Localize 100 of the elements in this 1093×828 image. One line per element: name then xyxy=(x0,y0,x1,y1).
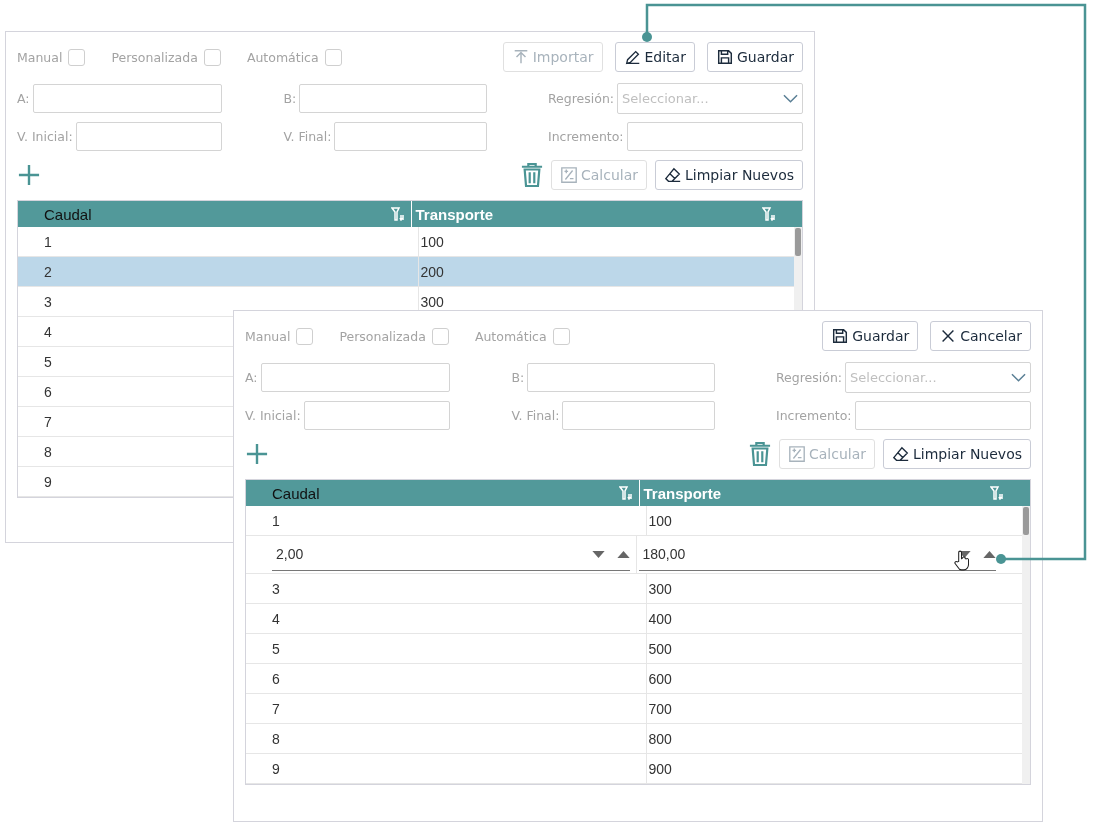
table-cell: 300 xyxy=(420,293,444,310)
input-field[interactable] xyxy=(527,363,715,392)
table-cell: 700 xyxy=(648,700,672,717)
table-cell: 600 xyxy=(648,670,672,687)
table-cell: 200 xyxy=(420,263,444,280)
checkbox-label: Automática xyxy=(474,328,547,344)
table-row[interactable]: 3 300 xyxy=(246,574,1022,604)
add-icon[interactable] xyxy=(18,164,40,186)
field-label: Regresión: xyxy=(548,91,615,106)
table-cell: 500 xyxy=(648,640,672,657)
table-row[interactable]: 9 900 xyxy=(246,754,1022,784)
input-field[interactable] xyxy=(260,363,450,392)
field-label: Incremento: xyxy=(548,129,624,144)
checkbox[interactable] xyxy=(552,327,570,345)
trash-icon[interactable] xyxy=(748,442,771,466)
number-input[interactable]: 2,00 xyxy=(272,538,630,571)
save-button[interactable]: Guardar xyxy=(822,321,919,351)
filter-sort-icon[interactable] xyxy=(618,486,633,500)
checkbox[interactable] xyxy=(324,48,342,66)
input-field[interactable] xyxy=(75,122,222,151)
input-field[interactable] xyxy=(32,84,222,113)
table-row[interactable]: 2,00 180,00 xyxy=(246,536,1022,574)
checkbox[interactable] xyxy=(296,327,314,345)
cancel-button[interactable]: Cancelar xyxy=(930,321,1031,351)
table-row[interactable]: 5 500 xyxy=(246,634,1022,664)
table-cell: 400 xyxy=(648,610,672,627)
table-cell: 5 xyxy=(272,640,280,657)
add-icon[interactable] xyxy=(246,443,268,465)
table-cell: 7 xyxy=(44,413,52,430)
input-field[interactable] xyxy=(299,84,487,113)
table-cell: 3 xyxy=(44,293,52,310)
input-field[interactable] xyxy=(303,401,450,430)
table-cell: 4 xyxy=(272,610,280,627)
chevron-down-icon xyxy=(783,93,798,104)
column-header[interactable]: Caudal xyxy=(246,480,640,506)
table-cell: 6 xyxy=(44,383,52,400)
field-label: Incremento: xyxy=(776,408,852,423)
table-cell: 800 xyxy=(648,730,672,747)
table-cell: 4 xyxy=(44,323,52,340)
input-field[interactable] xyxy=(854,401,1031,430)
table-cell: 3 xyxy=(272,580,280,597)
calculator-icon xyxy=(559,166,578,184)
chevron-down-icon xyxy=(1011,372,1026,383)
table-cell: 9 xyxy=(44,473,52,490)
checkbox-label: Automática xyxy=(246,49,319,65)
checkbox-label: Manual xyxy=(245,328,291,344)
field-label: A: xyxy=(17,91,30,106)
input-field[interactable] xyxy=(626,122,803,151)
increment-icon[interactable] xyxy=(616,550,630,558)
field-label: V. Final: xyxy=(283,129,332,144)
save-button[interactable]: Guardar xyxy=(706,42,803,72)
table-cell: 1 xyxy=(44,233,52,250)
number-input[interactable]: 180,00 xyxy=(638,538,996,571)
checkbox-label: Personalizada xyxy=(339,328,426,344)
checkbox[interactable] xyxy=(431,327,449,345)
table-cell: 2 xyxy=(44,263,52,280)
table-cell: 7 xyxy=(272,700,280,717)
table-cell: 5 xyxy=(44,353,52,370)
table-cell: 900 xyxy=(648,760,672,777)
field-label: B: xyxy=(283,91,297,106)
clear-button[interactable]: Limpiar Nuevos xyxy=(883,439,1031,469)
checkbox-label: Manual xyxy=(17,49,63,65)
edit-button[interactable]: Editar xyxy=(614,42,695,72)
field-label: V. Inicial: xyxy=(245,408,301,423)
trash-icon[interactable] xyxy=(520,163,543,187)
scrollbar[interactable] xyxy=(1022,506,1030,784)
table-row[interactable]: 4 400 xyxy=(246,604,1022,634)
table-row[interactable]: 8 800 xyxy=(246,724,1022,754)
table-cell: 1 xyxy=(272,512,280,529)
table-row[interactable]: 7 700 xyxy=(246,694,1022,724)
calculator-icon xyxy=(787,445,806,463)
field-label: A: xyxy=(245,370,258,385)
filter-sort-icon[interactable] xyxy=(390,207,405,221)
save-icon xyxy=(831,327,850,345)
table-cell: 8 xyxy=(44,443,52,460)
field-label: V. Final: xyxy=(511,408,560,423)
filter-sort-icon[interactable] xyxy=(990,486,1004,500)
pencil-icon xyxy=(623,48,642,66)
filter-sort-icon[interactable] xyxy=(762,207,776,221)
table-cell: 100 xyxy=(420,233,444,250)
increment-icon[interactable] xyxy=(983,550,996,558)
table-cell: 6 xyxy=(272,670,280,687)
column-header[interactable]: Caudal xyxy=(18,201,412,227)
table-row[interactable]: 2 200 xyxy=(18,257,794,287)
field-label: Regresión: xyxy=(776,370,843,385)
checkbox[interactable] xyxy=(68,48,86,66)
checkbox-label: Personalizada xyxy=(111,49,198,65)
table-row[interactable]: 1 100 xyxy=(246,506,1022,536)
table-cell: 9 xyxy=(272,760,280,777)
save-icon xyxy=(715,48,734,66)
field-label: B: xyxy=(511,370,525,385)
table-row[interactable]: 6 600 xyxy=(246,664,1022,694)
table-cell: 100 xyxy=(648,512,672,529)
checkbox[interactable] xyxy=(203,48,221,66)
eraser-icon xyxy=(892,445,910,463)
clear-button[interactable]: Limpiar Nuevos xyxy=(655,160,803,190)
input-field[interactable] xyxy=(562,401,715,430)
eraser-icon xyxy=(664,166,682,184)
table-cell: 300 xyxy=(648,580,672,597)
input-field[interactable] xyxy=(334,122,487,151)
